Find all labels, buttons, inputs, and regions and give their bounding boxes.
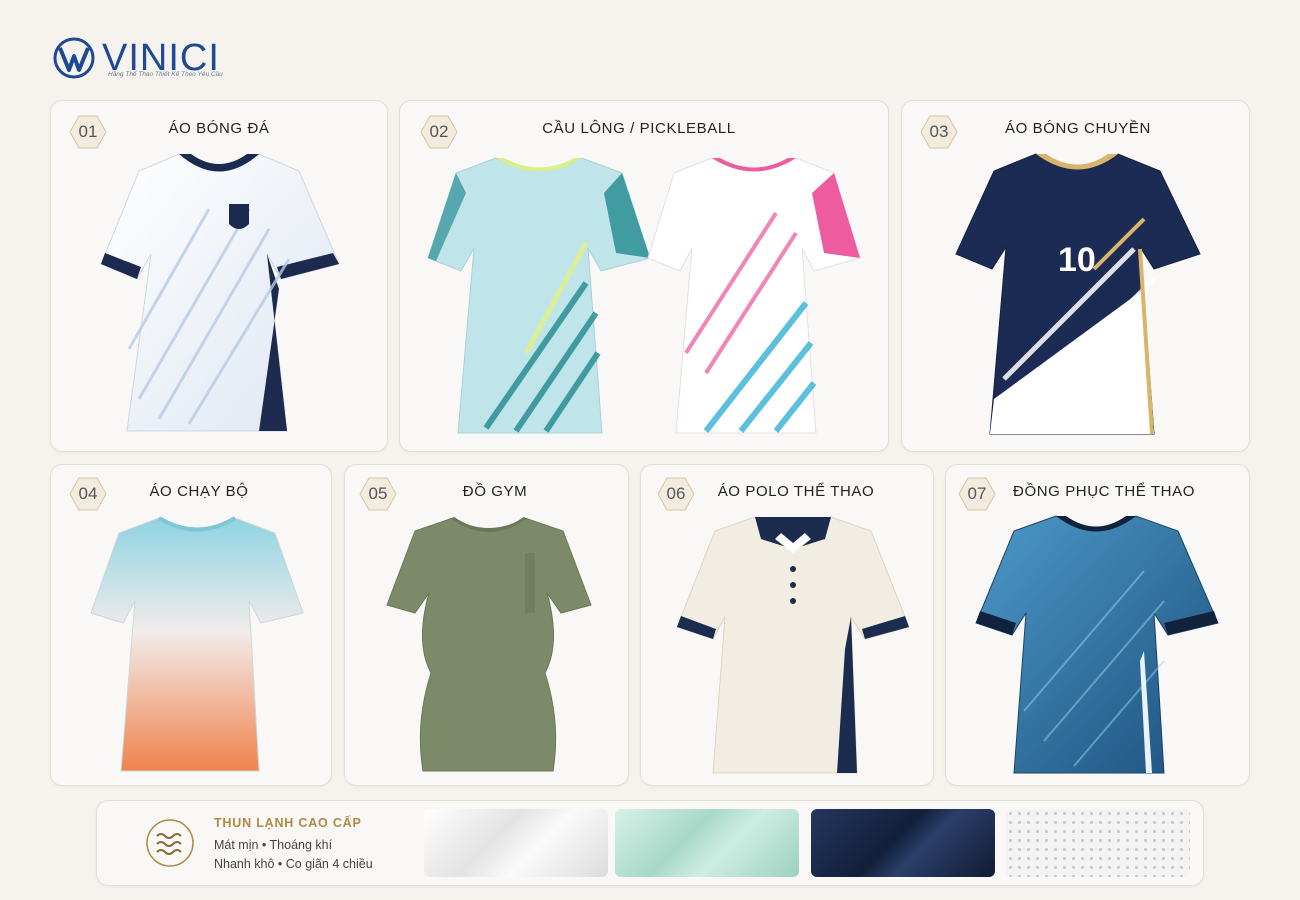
team-uniform-icon: [975, 515, 1219, 774]
football-jersey-icon: [100, 153, 339, 432]
category-card-running[interactable]: 04 ÁO CHẠY BỘ: [50, 464, 332, 786]
category-card-gym[interactable]: 05 ĐỒ GYM: [344, 464, 629, 786]
badminton-shirt-pink-icon: [647, 157, 861, 434]
category-card-football[interactable]: 01 ÁO BÓNG ĐÁ: [50, 100, 388, 452]
fabric-feature-line-2: Nhanh khô • Co giãn 4 chiều: [214, 857, 373, 871]
brand-logo[interactable]: VINICI Hãng Thể Thao Thiết Kế Theo Yêu C…: [52, 36, 252, 86]
vinici-logo-icon: [53, 37, 95, 79]
fabric-swatch-mesh[interactable]: [1006, 809, 1190, 877]
category-card-volleyball[interactable]: 03 ÁO BÓNG CHUYỀN 10: [901, 100, 1250, 452]
category-title: ÁO POLO THỂ THAO: [717, 483, 875, 500]
category-card-team-uniform[interactable]: 07 ĐỒNG PHỤC THỂ THAO: [945, 464, 1250, 786]
running-shirt-icon: [90, 516, 304, 772]
polo-shirt-icon: [676, 516, 910, 774]
brand-tagline: Hãng Thể Thao Thiết Kế Theo Yêu Cầu: [108, 71, 223, 78]
fabric-feature-line-1: Mát mịn • Thoáng khí: [214, 838, 333, 852]
category-title: ÁO CHẠY BỘ: [149, 483, 249, 500]
airflow-icon: [146, 819, 194, 867]
fabric-swatch-navy[interactable]: [811, 809, 995, 877]
category-card-polo[interactable]: 06 ÁO POLO THỂ THAO: [640, 464, 934, 786]
gym-shirt-icon: [386, 516, 592, 772]
category-title: ĐỒNG PHỤC THỂ THAO: [1013, 483, 1195, 500]
fabric-info-panel: THUN LẠNH CAO CẤP Mát mịn • Thoáng khí N…: [96, 800, 1204, 886]
fabric-swatch-white[interactable]: [424, 809, 608, 877]
category-title: ÁO BÓNG ĐÁ: [168, 120, 270, 137]
badminton-shirt-mint-icon: [427, 157, 651, 434]
category-card-badminton[interactable]: 02 CẦU LÔNG / PICKLEBALL: [399, 100, 889, 452]
fabric-swatch-mint[interactable]: [615, 809, 799, 877]
jersey-number: 10: [1058, 241, 1096, 279]
fabric-title: THUN LẠNH CAO CẤP: [214, 816, 362, 830]
category-title: ĐỒ GYM: [462, 483, 528, 500]
volleyball-jersey-icon: 10: [955, 153, 1201, 435]
category-title: ÁO BÓNG CHUYỀN: [1005, 120, 1151, 137]
category-title: CẦU LÔNG / PICKLEBALL: [542, 120, 736, 137]
